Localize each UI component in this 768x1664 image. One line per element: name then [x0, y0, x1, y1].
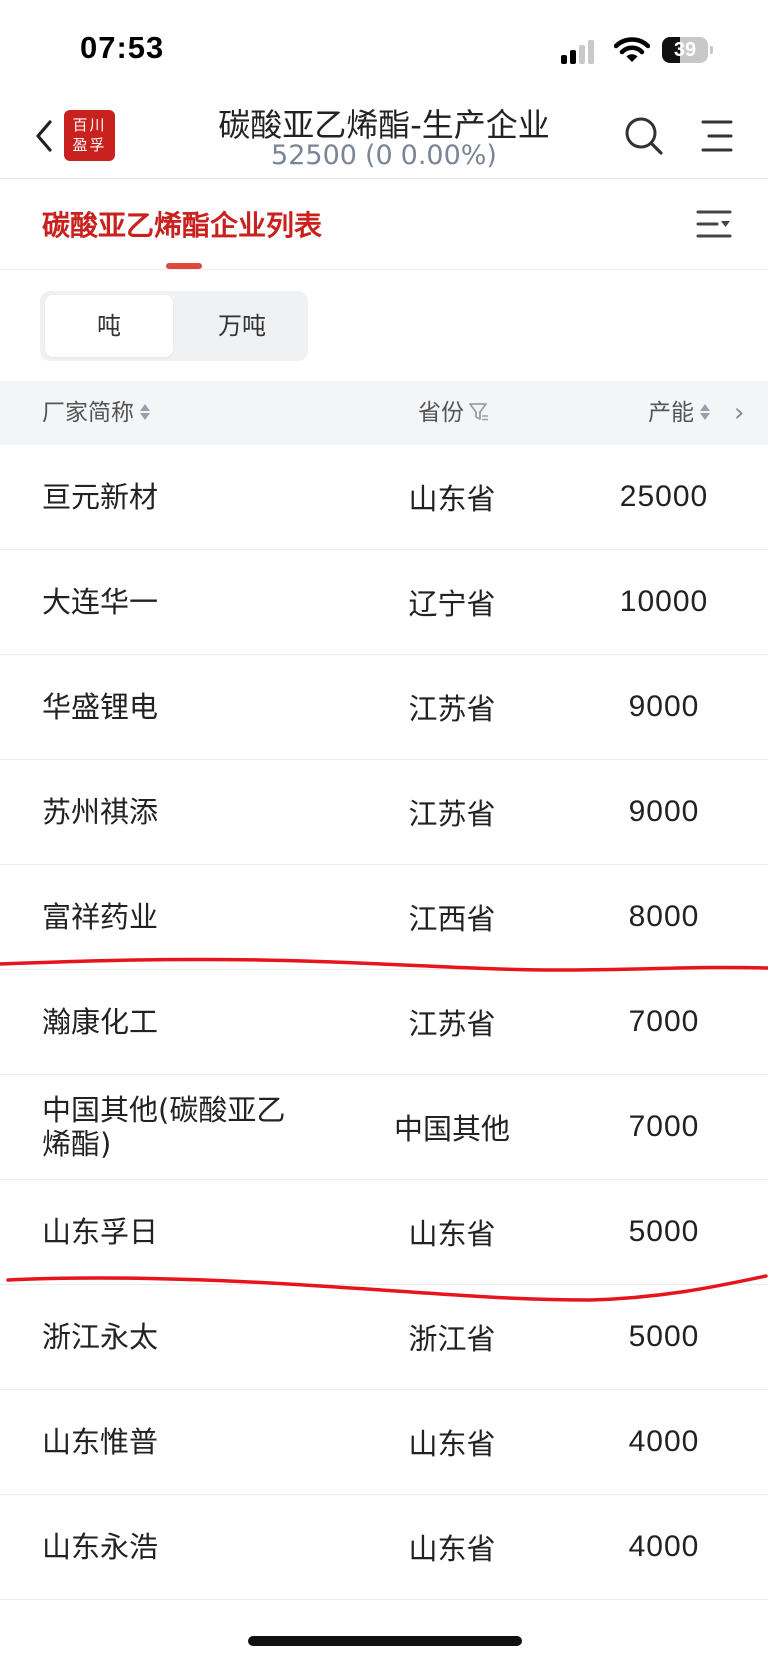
funnel-filter-icon [469, 402, 488, 420]
search-icon[interactable] [622, 114, 666, 158]
tab-company-list[interactable]: 碳酸亚乙烯酯企业列表 [42, 204, 322, 244]
brand-logo: 百川 盈孚 [64, 110, 115, 161]
battery-level: 39 [673, 39, 697, 61]
tab-active-indicator [166, 263, 202, 269]
table-row[interactable]: 富祥药业 江西省 8000 [0, 865, 768, 970]
nav-header: 百川 盈孚 碳酸亚乙烯酯-生产企业 52500 (0 0.00%) [0, 96, 768, 179]
table-row[interactable]: 中国其他(碳酸亚乙烯酯) 中国其他 7000 [0, 1075, 768, 1180]
cellular-signal-icon [561, 40, 601, 64]
table-body: 亘元新材 山东省 25000 大连华一 辽宁省 10000 华盛锂电 江苏省 9000 苏州… [0, 445, 768, 1600]
table-row[interactable]: 浙江永太 浙江省 5000 [0, 1285, 768, 1390]
menu-icon[interactable] [700, 118, 734, 154]
table-row[interactable]: 华盛锂电 江苏省 9000 [0, 655, 768, 760]
status-time: 07:53 [80, 30, 165, 65]
back-icon[interactable] [30, 116, 60, 156]
sort-icon [140, 402, 150, 422]
price-change-pct: 0.00%) [400, 140, 497, 171]
sort-icon [700, 402, 710, 422]
column-header-name[interactable]: 厂家简称 [42, 381, 150, 445]
unit-ton-button[interactable]: 吨 [45, 295, 173, 357]
column-header-capacity[interactable]: 产能 [648, 381, 710, 445]
price-change: (0 [364, 140, 393, 171]
table-row[interactable]: 山东永浩 山东省 4000 [0, 1495, 768, 1600]
column-header-province[interactable]: 省份 [418, 381, 490, 445]
price-value: 52500 [271, 140, 357, 171]
unit-toggle: 吨 万吨 [40, 291, 308, 361]
price-summary: 52500 (0 0.00%) [160, 140, 608, 171]
table-row[interactable]: 亘元新材 山东省 25000 [0, 445, 768, 550]
table-row[interactable]: 瀚康化工 江苏省 7000 [0, 970, 768, 1075]
home-indicator[interactable] [248, 1636, 522, 1646]
unit-10k-ton-button[interactable]: 万吨 [180, 295, 304, 357]
table-row[interactable]: 山东惟普 山东省 4000 [0, 1390, 768, 1495]
status-bar: 07:53 39 [0, 0, 768, 96]
table-row[interactable]: 大连华一 辽宁省 10000 [0, 550, 768, 655]
battery-icon: 39 [662, 37, 713, 63]
table-header: 厂家简称 省份 产能 › [0, 381, 768, 445]
chevron-right-icon[interactable]: › [734, 381, 744, 445]
tab-bar: 碳酸亚乙烯酯企业列表 [0, 179, 768, 270]
table-row[interactable]: 苏州祺添 江苏省 9000 [0, 760, 768, 865]
table-row[interactable]: 山东孚日 山东省 5000 [0, 1180, 768, 1285]
wifi-icon [614, 37, 650, 62]
list-filter-icon[interactable] [695, 205, 733, 243]
